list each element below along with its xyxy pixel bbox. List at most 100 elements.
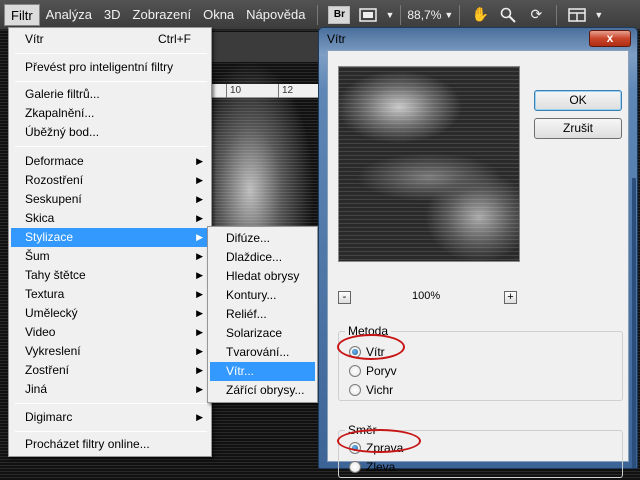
menu-item-digimarc[interactable]: Digimarc ▶ — [11, 408, 209, 427]
menu-item-label: Tahy štětce — [25, 268, 86, 282]
menu-item-zostreni[interactable]: Zostření ▶ — [11, 361, 209, 380]
menu-item-label: Seskupení — [25, 192, 82, 206]
hand-tool-icon[interactable]: ✋ — [470, 5, 490, 25]
menu-zobrazeni[interactable]: Zobrazení — [127, 4, 198, 26]
submenu-item-tvarovani[interactable]: Tvarování... — [210, 343, 315, 362]
submenu-arrow-icon: ▶ — [196, 327, 203, 337]
menu-separator — [15, 53, 207, 54]
menu-item-label: Zostření — [25, 363, 70, 377]
submenu-item-kontury[interactable]: Kontury... — [210, 286, 315, 305]
submenu-item-relief[interactable]: Reliéf... — [210, 305, 315, 324]
menu-filtr[interactable]: Filtr — [4, 3, 40, 26]
submenu-item-hledat-obrysy[interactable]: Hledat obrysy — [210, 267, 315, 286]
menu-item-label: Skica — [25, 211, 55, 225]
zoom-out-button[interactable]: - — [338, 291, 351, 304]
submenu-arrow-icon: ▶ — [196, 175, 203, 185]
annotation-ellipse — [337, 334, 405, 360]
method-option-poryv[interactable]: Poryv — [349, 363, 397, 379]
film-frame-icon[interactable] — [358, 5, 378, 25]
radio-label: Vichr — [366, 383, 394, 397]
submenu-arrow-icon: ▶ — [196, 365, 203, 375]
annotation-ellipse — [337, 429, 421, 453]
menu-item-textura[interactable]: Textura ▶ — [11, 285, 209, 304]
menu-item-tahy-stetce[interactable]: Tahy štětce ▶ — [11, 266, 209, 285]
menu-item-rozostreni[interactable]: Rozostření ▶ — [11, 171, 209, 190]
stylizace-submenu: Difúze... Dlaždice... Hledat obrysy Kont… — [207, 226, 318, 403]
zoom-select[interactable]: 88,7% ▼ — [407, 8, 453, 22]
ruler-label-12: 12 — [282, 85, 294, 96]
menu-item-vykresleni[interactable]: Vykreslení ▶ — [11, 342, 209, 361]
menu-item-filter-gallery[interactable]: Galerie filtrů... — [11, 85, 209, 104]
submenu-arrow-icon: ▶ — [196, 289, 203, 299]
menu-item-label: Umělecký — [25, 306, 78, 320]
radio-button[interactable] — [349, 384, 361, 396]
dialog-body: - 100% + OK Zrušit Metoda Vítr Poryv Vic… — [327, 50, 629, 478]
menu-item-label: Šum — [25, 249, 50, 263]
horizontal-ruler: 10 12 — [212, 84, 318, 98]
menu-separator — [15, 146, 207, 147]
menu-item-sum[interactable]: Šum ▶ — [11, 247, 209, 266]
window-scrollbar[interactable] — [632, 178, 636, 468]
menu-item-label: Vítr — [25, 32, 44, 46]
menu-item-vanishing-point[interactable]: Úběžný bod... — [11, 123, 209, 142]
zoom-in-button[interactable]: + — [504, 291, 517, 304]
menu-item-label: Deformace — [25, 154, 84, 168]
chevron-down-icon[interactable]: ▼ — [594, 10, 603, 20]
menu-separator — [15, 431, 207, 432]
menu-okna[interactable]: Okna — [197, 4, 240, 26]
submenu-item-difuze[interactable]: Difúze... — [210, 229, 315, 248]
rotate-view-icon[interactable]: ⟳ — [526, 5, 546, 25]
radio-button[interactable] — [349, 365, 361, 377]
chevron-down-icon: ▼ — [444, 9, 454, 20]
menu-item-deformace[interactable]: Deformace ▶ — [11, 152, 209, 171]
radio-button[interactable] — [349, 461, 361, 473]
shortcut-label: Ctrl+F — [158, 32, 191, 46]
menu-item-seskupeni[interactable]: Seskupení ▶ — [11, 190, 209, 209]
menu-napoveda[interactable]: Nápověda — [240, 4, 311, 26]
menu-item-stylizace[interactable]: Stylizace ▶ — [11, 228, 209, 247]
menu-item-skica[interactable]: Skica ▶ — [11, 209, 209, 228]
menu-item-browse-online[interactable]: Procházet filtry online... — [11, 435, 209, 454]
radio-label: Poryv — [366, 364, 397, 378]
submenu-item-vitr[interactable]: Vítr... — [210, 362, 315, 381]
menu-analyza[interactable]: Analýza — [40, 4, 98, 26]
menu-3d[interactable]: 3D — [98, 4, 127, 26]
submenu-arrow-icon: ▶ — [196, 308, 203, 318]
ruler-label-10: 10 — [230, 85, 242, 96]
bridge-button[interactable]: Br — [328, 5, 351, 24]
menu-bar: Filtr Analýza 3D Zobrazení Okna Nápověda… — [0, 0, 640, 30]
submenu-arrow-icon: ▶ — [196, 194, 203, 204]
menu-item-label: Vykreslení — [25, 344, 81, 358]
menu-item-liquify[interactable]: Zkapalnění... — [11, 104, 209, 123]
menu-item-umelecky[interactable]: Umělecký ▶ — [11, 304, 209, 323]
menu-item-label: Stylizace — [25, 230, 74, 244]
zoom-tool-icon[interactable] — [498, 5, 518, 25]
menu-separator — [15, 403, 207, 404]
arrange-documents-icon[interactable] — [567, 5, 587, 25]
filter-menu: Vítr Ctrl+F Převést pro inteligentní fil… — [8, 27, 212, 457]
submenu-arrow-icon: ▶ — [196, 270, 203, 280]
submenu-arrow-icon: ▶ — [196, 156, 203, 166]
menubar-divider — [459, 4, 461, 25]
chevron-down-icon[interactable]: ▼ — [385, 10, 394, 20]
menu-separator — [15, 81, 207, 82]
close-button[interactable]: x — [589, 30, 631, 47]
menubar-divider — [400, 4, 402, 25]
ok-button[interactable]: OK — [534, 90, 622, 111]
cancel-button[interactable]: Zrušit — [534, 118, 622, 139]
menu-item-jina[interactable]: Jiná ▶ — [11, 380, 209, 399]
submenu-arrow-icon: ▶ — [196, 384, 203, 394]
menu-item-smart-filters[interactable]: Převést pro inteligentní filtry — [11, 58, 209, 77]
filter-preview[interactable] — [338, 66, 520, 262]
method-option-vichr[interactable]: Vichr — [349, 382, 393, 398]
wind-dialog: Vítr x - 100% + OK Zrušit Metoda Vítr Po… — [318, 27, 638, 478]
menu-item-last-filter[interactable]: Vítr Ctrl+F — [11, 30, 209, 49]
submenu-item-dlazdice[interactable]: Dlaždice... — [210, 248, 315, 267]
menu-item-video[interactable]: Video ▶ — [11, 323, 209, 342]
submenu-item-solarizace[interactable]: Solarizace — [210, 324, 315, 343]
submenu-arrow-icon: ▶ — [196, 251, 203, 261]
options-bar-strip — [212, 32, 318, 62]
menu-item-label: Rozostření — [25, 173, 84, 187]
direction-option-zleva[interactable]: Zleva — [349, 459, 395, 475]
submenu-item-zarici-obrysy[interactable]: Zářící obrysy... — [210, 381, 315, 400]
